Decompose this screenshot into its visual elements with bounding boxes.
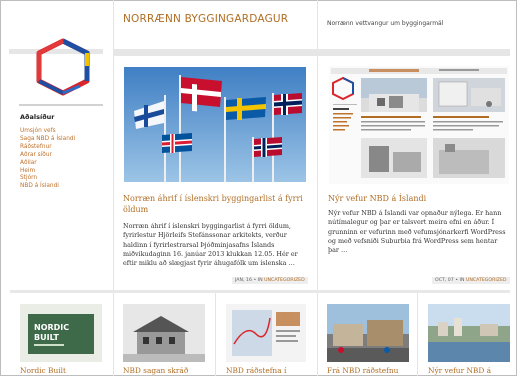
nordic-ribbon-logo-icon — [36, 38, 90, 96]
nordic-flags-image — [124, 67, 306, 182]
svg-text:BUILT: BUILT — [34, 333, 59, 342]
column-divider — [417, 293, 418, 376]
sidebar-item-nbd-islandi[interactable]: NBD á Íslandi — [20, 183, 75, 191]
sidebar-heading: Aðalsíður — [20, 113, 55, 121]
column-divider — [317, 293, 318, 376]
bottom-card-title[interactable]: NBD ráðstefna í — [226, 366, 286, 375]
old-building-photo-image — [123, 304, 205, 362]
bottom-card-title[interactable]: Nýr vefur NBD á — [428, 366, 491, 375]
website-screenshot-image — [329, 66, 509, 184]
column-divider — [113, 293, 114, 376]
sidebar-item-saga[interactable]: Saga NBD á Íslandi — [20, 136, 75, 144]
post-date: OCT, 07 — [435, 278, 454, 283]
post-date: JAN, 16 — [235, 278, 252, 283]
site-title[interactable]: NORRÆNN BYGGINGARDAGUR — [123, 13, 288, 25]
post-title[interactable]: Nýr vefur NBD á Íslandi — [328, 193, 508, 204]
post-image-website[interactable] — [329, 66, 509, 184]
bottom-card-image[interactable]: NORDIC BUILT — [20, 304, 102, 362]
post-excerpt: Norræn áhrif í íslenskri byggingarlist á… — [123, 222, 298, 268]
bottom-card-image[interactable] — [428, 304, 510, 362]
column-divider — [113, 0, 114, 290]
post-meta: JAN, 16 • IN UNCATEGORIZED — [232, 277, 308, 284]
post-title[interactable]: Norræn áhrif í íslenskri byggingarlist á… — [123, 193, 313, 215]
bottom-card-title[interactable]: Frá NBD ráðstefnu — [327, 366, 398, 375]
sidebar-item-umsjon-vefs[interactable]: Umsjón vefs — [20, 128, 75, 136]
post-excerpt: Nýr vefur NBD á Íslandi var opnaður nýle… — [328, 209, 506, 255]
bottom-card-image[interactable] — [226, 304, 306, 362]
bottom-card-image[interactable] — [123, 304, 205, 362]
harbor-photo-image — [428, 304, 510, 362]
sidebar-menu: Umsjón vefs Saga NBD á Íslandi Ráðstefnu… — [20, 128, 75, 191]
sidebar-item-adilar[interactable]: Aðilar — [20, 160, 75, 168]
sidebar-divider — [19, 104, 103, 106]
meta-in-label: IN — [257, 278, 263, 283]
nordic-built-poster-image: NORDIC BUILT — [20, 304, 102, 362]
sidebar-item-adrar-sidur[interactable]: Aðrar síður — [20, 152, 75, 160]
poster-text: NORDIC — [34, 323, 69, 332]
column-divider — [317, 0, 318, 290]
meta-in-label: IN — [459, 278, 465, 283]
post-image-flags[interactable] — [124, 67, 306, 182]
sidebar-item-radstefnur[interactable]: Ráðstefnur — [20, 144, 75, 152]
post-category[interactable]: UNCATEGORIZED — [264, 278, 305, 283]
conference-map-image — [226, 304, 306, 362]
post-category[interactable]: UNCATEGORIZED — [466, 278, 507, 283]
bottom-card-image[interactable] — [327, 304, 409, 362]
site-tagline: Norrænn vettvangur um byggingarmál — [327, 20, 444, 27]
site-logo[interactable] — [32, 36, 94, 98]
conference-venue-photo-image — [327, 304, 409, 362]
header-bar — [113, 49, 510, 56]
bottom-card-title[interactable]: Nordic Built — [20, 366, 66, 375]
post-meta: OCT, 07 • IN UNCATEGORIZED — [432, 277, 510, 284]
bottom-card-title[interactable]: NBD sagan skráð — [123, 366, 188, 375]
column-divider — [215, 293, 216, 376]
section-divider — [10, 290, 510, 293]
